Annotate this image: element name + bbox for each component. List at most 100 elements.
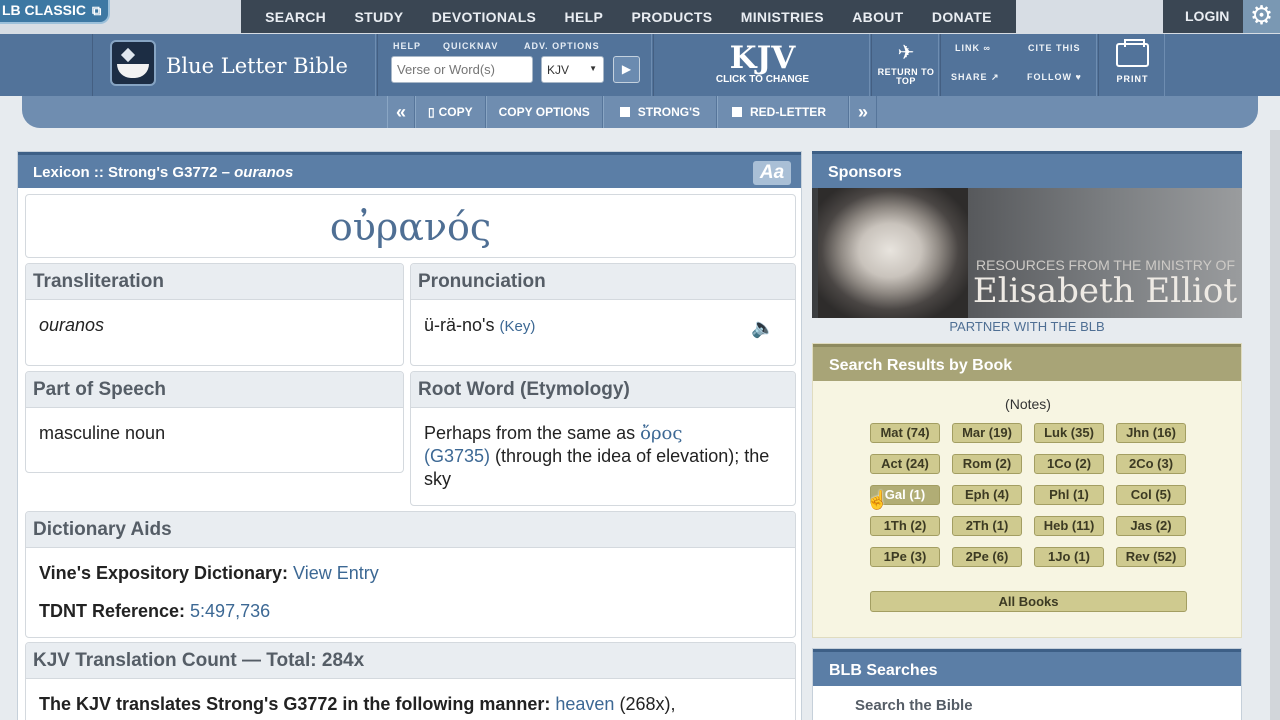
nav-devotionals[interactable]: DEVOTIONALS [432,9,536,25]
speaker-icon[interactable]: 🔈 [751,316,779,339]
red-letter-toggle[interactable]: RED-LETTER [716,96,849,128]
copy-icon: ▯ [428,105,435,119]
strongs-label: STRONG'S [637,105,700,119]
login-area: LOGIN ⚙ [1163,0,1280,33]
book-button[interactable]: Luk (35) [1034,423,1104,443]
transliteration-value: ouranos [39,315,105,335]
dictionary-aids-body: Vine's Expository Dictionary: View Entry… [26,548,795,637]
translates-label: The KJV translates Strong's G3772 in the… [39,694,556,714]
book-button[interactable]: Heb (11) [1034,516,1104,536]
nav-products[interactable]: PRODUCTS [631,9,712,25]
book-button[interactable]: Act (24) [870,454,940,474]
lexicon-title-word: ouranos [234,164,294,181]
strongs-ref-link[interactable]: (G3735) [424,446,490,466]
version-select[interactable]: KJV ▼ [541,56,604,83]
follow-button[interactable]: FOLLOW ♥ [1027,72,1082,82]
heaven-link[interactable]: heaven [555,694,614,714]
return-to-top-button[interactable]: ✈ RETURN TO TOP [871,34,939,96]
pronunciation-key-link[interactable]: (Key) [499,318,535,335]
vines-label: Vine's Expository Dictionary: [39,563,294,583]
root-word-prefix: Perhaps from the same as [424,423,641,443]
vines-view-entry-link[interactable]: View Entry [293,563,379,583]
translation-count-heading: KJV Translation Count — Total: 284x [26,643,795,679]
book-button[interactable]: Rom (2) [952,454,1022,474]
notes-link[interactable]: (Notes) [813,396,1243,412]
book-button[interactable]: Rev (52) [1116,547,1186,567]
greek-word-box: οὐρανός [25,194,796,258]
quick-search: HELP QUICKNAV ADV. OPTIONS KJV ▼ ▶ [377,34,652,96]
chain-link-icon: ∞ [983,43,991,53]
blb-classic-button[interactable]: LB CLASSIC ⧉ [0,0,110,24]
book-button[interactable]: 1Jo (1) [1034,547,1104,567]
results-heading: Search Results by Book [813,344,1241,381]
nav-about[interactable]: ABOUT [852,9,903,25]
adv-options-label[interactable]: ADV. OPTIONS [524,41,600,51]
nav-ministries[interactable]: MINISTRIES [741,9,824,25]
next-chevron-icon[interactable]: » [848,96,877,128]
book-button[interactable]: Jhn (16) [1116,423,1186,443]
nav-help[interactable]: HELP [565,9,604,25]
book-button[interactable]: 2Pe (6) [952,547,1022,567]
prev-chevron-icon[interactable]: « [387,96,416,128]
nav-study[interactable]: STUDY [354,9,403,25]
logo[interactable]: Blue Letter Bible [92,34,376,96]
sponsor-banner[interactable]: RESOURCES FROM THE MINISTRY OF Elisabeth… [812,188,1242,318]
book-button[interactable]: Mar (19) [952,423,1022,443]
book-button[interactable]: 2Th (1) [952,516,1022,536]
pronunciation-box: Pronunciation ü-rä-no's (Key) 🔈 [410,263,796,366]
blb-searches-heading: BLB Searches [813,649,1241,686]
copy-button[interactable]: ▯ COPY [415,96,486,128]
root-greek-link[interactable]: ὄρος [640,423,682,444]
current-version: KJV [729,40,796,76]
print-label: PRINT [1116,74,1149,84]
sponsor-name: Elisabeth Elliot [972,271,1237,311]
strongs-checkbox[interactable] [619,107,630,117]
external-link-icon: ⧉ [92,3,102,18]
link-button[interactable]: LINK ∞ [955,43,991,53]
book-button[interactable]: 2Co (3) [1116,454,1186,474]
return-to-top-label: RETURN TO TOP [877,67,935,86]
red-letter-checkbox[interactable] [731,107,742,117]
share-icon: ↗ [991,72,1000,82]
dictionary-aids-heading: Dictionary Aids [26,512,795,548]
search-input[interactable] [391,56,533,83]
printer-icon [1116,39,1149,67]
book-button[interactable]: Jas (2) [1116,516,1186,536]
book-button[interactable]: 1Pe (3) [870,547,940,567]
nav-search[interactable]: SEARCH [265,9,326,25]
all-books-button[interactable]: All Books [870,591,1187,612]
version-switcher[interactable]: KJV CLICK TO CHANGE [653,34,870,96]
transliteration-heading: Transliteration [26,264,403,300]
print-button[interactable]: PRINT [1098,34,1165,96]
cite-this-button[interactable]: CITE THIS [1028,43,1081,53]
pronunciation-heading: Pronunciation [411,264,795,300]
bible-toolbar: « ▯ COPY COPY OPTIONS STRONG'S RED-LETTER… [22,96,1258,128]
search-go-button[interactable]: ▶ [613,56,640,83]
book-button[interactable]: Mat (74) [870,423,940,443]
link-label: LINK [955,43,980,53]
book-button[interactable]: Eph (4) [952,485,1022,505]
gear-icon[interactable]: ⚙ [1243,0,1280,33]
lexicon-title: Lexicon :: Strong's G3772 – [33,164,235,181]
book-button[interactable]: Phl (1) [1034,485,1104,505]
book-button[interactable]: Col (5) [1116,485,1186,505]
help-label[interactable]: HELP [393,41,421,51]
partner-link[interactable]: PARTNER WITH THE BLB [812,319,1242,334]
airplane-icon: ✈ [897,42,915,64]
book-button[interactable]: 1Th (2) [870,516,940,536]
book-button[interactable]: 1Co (2) [1034,454,1104,474]
logo-text: Blue Letter Bible [166,54,348,78]
nav-donate[interactable]: DONATE [932,9,992,25]
login-link[interactable]: LOGIN [1185,8,1229,24]
tdnt-link[interactable]: 5:497,736 [190,601,270,621]
quicknav-label[interactable]: QUICKNAV [443,41,498,51]
font-size-button[interactable]: Aa [753,161,791,185]
heart-icon: ♥ [1075,72,1082,82]
follow-label: FOLLOW [1027,72,1072,82]
copy-options-button[interactable]: COPY OPTIONS [485,96,603,128]
bible-logo-icon [110,40,156,86]
sponsors-panel: Sponsors RESOURCES FROM THE MINISTRY OF … [812,151,1242,336]
share-tools: LINK ∞ CITE THIS SHARE ↗ FOLLOW ♥ [940,34,1097,96]
strongs-toggle[interactable]: STRONG'S [602,96,717,128]
share-button[interactable]: SHARE ↗ [951,72,1000,83]
